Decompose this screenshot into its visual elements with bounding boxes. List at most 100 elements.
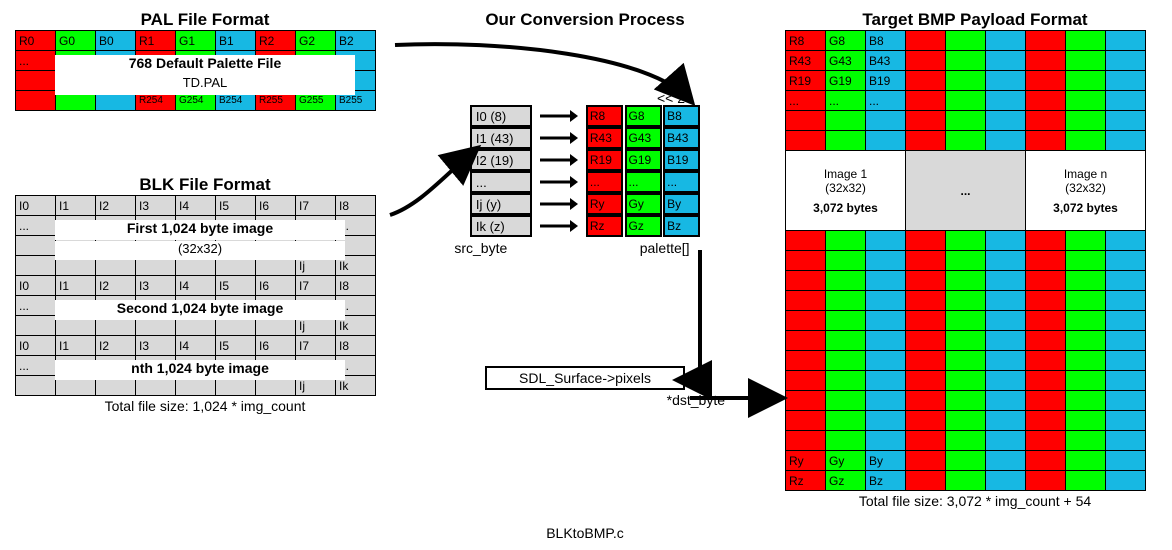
bmp-blockn-size: (32x32): [1029, 181, 1142, 195]
blk-dots: ...: [16, 356, 56, 376]
bmp-section: Target BMP Payload Format R8 G8 B8 R43 G…: [785, 10, 1165, 509]
pal-cell-G1: G1: [176, 31, 216, 51]
pal-section: PAL File Format R0 G0 B0 R1 G1 B1 R2 G2 …: [15, 10, 395, 111]
pal-overlay-file: TD.PAL: [55, 75, 355, 95]
bmp-cell: Bz: [866, 471, 906, 491]
blk-cell: I5: [216, 336, 256, 356]
bmp-cell: By: [866, 451, 906, 471]
arrow-icon: [540, 216, 578, 236]
blk-dots: ...: [16, 216, 56, 236]
sdl-surface-box: SDL_Surface->pixels: [485, 366, 685, 390]
blk-total: Total file size: 1,024 * img_count: [15, 398, 395, 414]
pal-dots-left: ...: [16, 51, 56, 71]
bmp-cell: G8: [826, 31, 866, 51]
arrow-icon: [540, 194, 578, 214]
blk-imgn-label: nth 1,024 byte image: [55, 360, 345, 380]
bmp-grid: R8 G8 B8 R43 G43 B43 R19 G19 B19 ... ...…: [785, 30, 1146, 491]
pal-B19: B19: [663, 149, 700, 171]
blk-cell: I7: [296, 196, 336, 216]
pal-cell-R2: R2: [256, 31, 296, 51]
srcbyte-Ik: Ik (z): [470, 215, 532, 237]
pal-R43: R43: [586, 127, 623, 149]
pal-B43: B43: [663, 127, 700, 149]
srcbyte-Ij: Ij (y): [470, 193, 532, 215]
blk-img2-label: Second 1,024 byte image: [55, 300, 345, 320]
pal-B8: B8: [663, 105, 700, 127]
pal-Bz: Bz: [663, 215, 700, 237]
pal-dots: ...: [625, 171, 662, 193]
srcbyte-I0: I0 (8): [470, 105, 532, 127]
bmp-cell-dots: ...: [786, 91, 826, 111]
blk-img1-size: (32x32): [55, 241, 345, 260]
pal-R8: R8: [586, 105, 623, 127]
blk-cell: I6: [256, 336, 296, 356]
bmp-cell: G43: [826, 51, 866, 71]
bmp-cell: G19: [826, 71, 866, 91]
srcbyte-label: src_byte: [450, 240, 512, 256]
bmp-cell: B8: [866, 31, 906, 51]
arrow-icon: [540, 172, 578, 192]
bmp-cell: B43: [866, 51, 906, 71]
pal-cell-R1: R1: [136, 31, 176, 51]
pal-Gy: Gy: [625, 193, 662, 215]
bmp-blockn-title: Image n: [1029, 167, 1142, 181]
bmp-cell: Gy: [826, 451, 866, 471]
pal-R19: R19: [586, 149, 623, 171]
blk-cell: I5: [216, 196, 256, 216]
blk-cell: I6: [256, 196, 296, 216]
bmp-title: Target BMP Payload Format: [785, 10, 1165, 30]
blk-cell: I4: [176, 336, 216, 356]
blk-cell: I0: [16, 336, 56, 356]
pal-Rz: Rz: [586, 215, 623, 237]
conversion-section: Our Conversion Process << 2 I0 (8) R8 G8…: [435, 10, 735, 408]
bmp-total: Total file size: 3,072 * img_count + 54: [785, 493, 1165, 509]
pal-dots: ...: [663, 171, 700, 193]
blk-cell: I1: [56, 336, 96, 356]
pal-overlay-size: 768 Default Palette File: [55, 55, 355, 75]
pal-cell-G2: G2: [296, 31, 336, 51]
blk-cell: I4: [176, 276, 216, 296]
blk-img1-label: First 1,024 byte image: [55, 220, 345, 240]
bmp-block1-size: (32x32): [789, 181, 902, 195]
pal-G43: G43: [625, 127, 662, 149]
bmp-cell: R43: [786, 51, 826, 71]
blk-cell: I4: [176, 196, 216, 216]
blk-section: BLK File Format I0 I1 I2 I3 I4 I5 I6 I7 …: [15, 175, 395, 414]
bmp-cell-dots: ...: [866, 91, 906, 111]
blk-cell: I1: [56, 276, 96, 296]
blk-cell: I8: [336, 196, 376, 216]
bmp-cell-dots: ...: [826, 91, 866, 111]
blk-cell: I8: [336, 276, 376, 296]
blk-cell: I2: [96, 336, 136, 356]
blk-dots: ...: [16, 296, 56, 316]
blk-cell: I1: [56, 196, 96, 216]
bmp-cell: Gz: [826, 471, 866, 491]
pal-title: PAL File Format: [15, 10, 395, 30]
blk-cell: I8: [336, 336, 376, 356]
bmp-cell: B19: [866, 71, 906, 91]
pal-cell-B2: B2: [336, 31, 376, 51]
blk-cell: I5: [216, 276, 256, 296]
pal-dots: ...: [586, 171, 623, 193]
bmp-cell: Rz: [786, 471, 826, 491]
pal-By: By: [663, 193, 700, 215]
pal-cell-B0: B0: [96, 31, 136, 51]
blk-cell: I0: [16, 196, 56, 216]
arrow-icon: [540, 106, 578, 126]
bmp-block1-title: Image 1: [789, 167, 902, 181]
bmp-blocks-sep: ...: [906, 151, 1026, 231]
pal-Gz: Gz: [625, 215, 662, 237]
blk-cell: I3: [136, 276, 176, 296]
bmp-blockn-bytes: 3,072 bytes: [1029, 201, 1142, 215]
bmp-block1-bytes: 3,072 bytes: [789, 201, 902, 215]
arrow-icon: [540, 150, 578, 170]
pal-G19: G19: [625, 149, 662, 171]
bmp-cell: R8: [786, 31, 826, 51]
blk-cell: I3: [136, 336, 176, 356]
srcbyte-I1: I1 (43): [470, 127, 532, 149]
blk-cell: I2: [96, 196, 136, 216]
pal-Ry: Ry: [586, 193, 623, 215]
blk-cell: I7: [296, 276, 336, 296]
arrow-icon: [540, 128, 578, 148]
pal-cell-B1: B1: [216, 31, 256, 51]
